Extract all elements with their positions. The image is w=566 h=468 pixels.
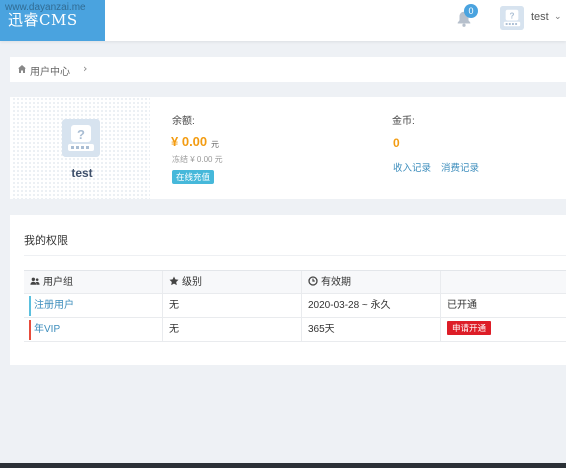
level-cell: 无 xyxy=(162,294,301,318)
footer-bar xyxy=(0,463,566,468)
group-cell: 年VIP xyxy=(24,318,162,342)
column-header-status xyxy=(440,271,566,295)
balance-unit: 元 xyxy=(211,140,219,149)
recharge-button[interactable]: 在线充值 xyxy=(172,170,214,184)
coin-amount: 0 xyxy=(393,136,400,150)
user-name: test xyxy=(531,11,549,23)
default-avatar-icon: ? xyxy=(500,6,524,30)
column-header-validity-label: 有效期 xyxy=(321,277,351,288)
permissions-panel: 我的权限 用户组 级别 有效期 注册用户 无 2020-03-28 ~ 永久 已… xyxy=(10,215,566,365)
user-avatar: ? xyxy=(500,6,524,30)
default-avatar-icon: ? xyxy=(62,119,100,157)
level-cell: 无 xyxy=(162,318,301,342)
chevron-down-icon: ⌄ xyxy=(554,12,562,22)
table-header: 用户组 级别 有效期 xyxy=(24,270,566,295)
watermark: www.dayanzai.me xyxy=(5,2,86,13)
permissions-title: 我的权限 xyxy=(24,235,68,247)
row-indicator xyxy=(29,296,31,316)
logo[interactable]: 迅睿CMS www.dayanzai.me xyxy=(0,0,105,41)
svg-text:?: ? xyxy=(509,12,514,21)
column-header-level-label: 级别 xyxy=(182,277,202,288)
validity-cell: 365天 xyxy=(301,318,440,342)
coin-label: 金币: xyxy=(392,116,415,127)
notification-badge: 0 xyxy=(464,4,478,18)
clock-icon xyxy=(308,276,318,286)
apply-button[interactable]: 申请开通 xyxy=(447,321,492,335)
column-header-validity: 有效期 xyxy=(301,271,440,295)
group-link-annual-vip[interactable]: 年VIP xyxy=(30,324,60,335)
svg-text:?: ? xyxy=(77,127,85,142)
profile-avatar[interactable]: ? xyxy=(62,119,100,157)
star-icon xyxy=(169,276,179,286)
group-link-registered[interactable]: 注册用户 xyxy=(30,300,74,311)
spend-records-link[interactable]: 消费记录 xyxy=(441,160,479,174)
users-icon xyxy=(30,277,40,285)
column-header-level: 级别 xyxy=(162,271,301,295)
column-header-group: 用户组 xyxy=(24,271,162,295)
profile-panel: ? test 余额: ¥ 0.00 元 冻结 ¥ 0.00 元 在线充值 金币:… xyxy=(10,97,566,199)
column-header-group-label: 用户组 xyxy=(43,277,73,288)
table-row: 注册用户 无 2020-03-28 ~ 永久 已开通 xyxy=(24,294,566,318)
validity-cell: 2020-03-28 ~ 永久 xyxy=(301,294,440,318)
income-records-link[interactable]: 收入记录 xyxy=(393,160,431,174)
balance-amount: ¥ 0.00 xyxy=(171,134,208,149)
table-row: 年VIP 无 365天 申请开通 xyxy=(24,318,566,342)
breadcrumb-separator: › xyxy=(83,62,88,75)
breadcrumb-user-center[interactable]: 用户中心 xyxy=(30,63,70,78)
breadcrumb: 用户中心 › xyxy=(10,57,566,82)
group-cell: 注册用户 xyxy=(24,294,162,318)
top-navbar: 迅睿CMS www.dayanzai.me 0 ? test ⌄ xyxy=(0,0,566,41)
status-cell: 已开通 xyxy=(440,294,566,318)
home-icon xyxy=(18,65,26,73)
frozen-balance: 冻结 ¥ 0.00 元 xyxy=(172,155,223,164)
divider xyxy=(24,255,566,256)
profile-name: test xyxy=(71,166,93,180)
row-indicator xyxy=(29,320,31,340)
profile-avatar-area: ? test xyxy=(12,97,150,199)
action-cell: 申请开通 xyxy=(440,318,566,342)
balance-label: 余额: xyxy=(172,116,195,127)
